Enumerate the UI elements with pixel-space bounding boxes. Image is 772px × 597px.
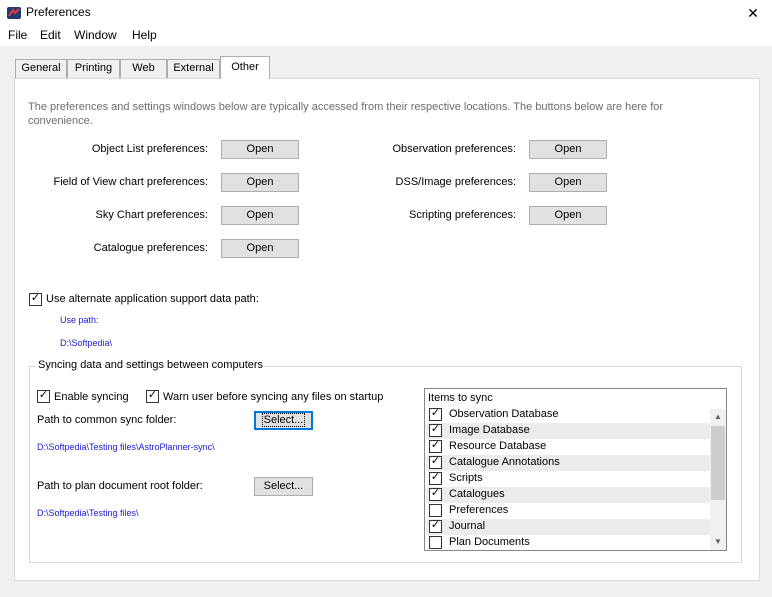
enable-syncing-label: Enable syncing [54, 391, 129, 403]
tab-general[interactable]: General [15, 59, 67, 78]
app-icon [7, 7, 21, 19]
list-item[interactable]: ✓ Catalogue Annotations [426, 455, 712, 471]
common-sync-folder-label: Path to common sync folder: [37, 414, 177, 426]
scroll-down-icon[interactable]: ▼ [710, 534, 726, 550]
close-icon: ✕ [747, 5, 759, 21]
sync-item-checkbox[interactable] [429, 536, 442, 549]
tab-other[interactable]: Other [220, 56, 270, 79]
object-list-prefs-open-button[interactable]: Open [221, 140, 299, 159]
check-icon: ✓ [30, 292, 41, 304]
list-item[interactable]: ✓ Catalogues [426, 487, 712, 503]
sync-item-label: Journal [449, 520, 486, 532]
check-icon: ✓ [430, 487, 441, 499]
sync-item-checkbox[interactable]: ✓ [429, 487, 442, 501]
select-common-sync-folder-button[interactable]: Select... [254, 411, 313, 430]
menu-window[interactable]: Window [74, 28, 117, 42]
menu-bar: File Edit Window Help [0, 26, 772, 46]
list-item[interactable]: ✓ Image Database [426, 423, 712, 439]
sync-item-checkbox[interactable]: ✓ [429, 439, 442, 453]
sync-item-label: Scripts [449, 472, 483, 484]
list-item[interactable]: ✓ Resource Database [426, 439, 712, 455]
check-icon: ✓ [430, 407, 441, 419]
sync-item-label: Plan Documents [449, 536, 530, 548]
scroll-up-icon[interactable]: ▲ [710, 409, 726, 425]
catalogue-prefs-open-button[interactable]: Open [221, 239, 299, 258]
list-scrollbar[interactable]: ▲ ▼ [710, 409, 726, 550]
sync-item-checkbox[interactable]: ✓ [429, 519, 442, 533]
check-icon: ✓ [430, 439, 441, 451]
sky-chart-prefs-open-button[interactable]: Open [221, 206, 299, 225]
sync-item-label: Image Database [449, 424, 530, 436]
tab-external[interactable]: External [167, 59, 220, 78]
sync-item-checkbox[interactable]: ✓ [429, 471, 442, 485]
use-alternate-path-label: Use alternate application support data p… [46, 293, 259, 305]
sky-chart-prefs-label: Sky Chart preferences: [95, 209, 209, 221]
use-alternate-path-checkbox[interactable]: ✓ [29, 292, 42, 306]
sync-item-label: Observation Database [449, 408, 559, 420]
warn-user-label: Warn user before syncing any files on st… [163, 391, 384, 403]
observation-prefs-open-button[interactable]: Open [529, 140, 607, 159]
tab-printing[interactable]: Printing [67, 59, 120, 78]
check-icon: ✓ [38, 389, 49, 401]
check-icon: ✓ [430, 519, 441, 531]
common-sync-folder-path: D:\Softpedia\Testing files\AstroPlanner-… [37, 442, 215, 452]
dss-image-prefs-open-button[interactable]: Open [529, 173, 607, 192]
sync-item-checkbox[interactable]: ✓ [429, 407, 442, 421]
list-item[interactable]: ✓ Scripts [426, 471, 712, 487]
list-item[interactable]: Plan Documents [426, 535, 712, 550]
scrollbar-thumb[interactable] [711, 426, 725, 500]
scripting-prefs-label: Scripting preferences: [409, 209, 516, 221]
sync-item-checkbox[interactable] [429, 504, 442, 517]
sync-item-label: Preferences [449, 504, 509, 516]
menu-help[interactable]: Help [132, 28, 157, 42]
list-item[interactable]: ✓ Journal [426, 519, 712, 535]
sync-item-label: Resource Database [449, 440, 547, 452]
window-title: Preferences [26, 5, 91, 19]
select-plan-root-folder-button[interactable]: Select... [254, 477, 313, 496]
enable-syncing-checkbox[interactable]: ✓ [37, 389, 50, 403]
plan-root-folder-path: D:\Softpedia\Testing files\ [37, 508, 139, 518]
observation-prefs-label: Observation preferences: [392, 143, 516, 155]
description-text: The preferences and settings windows bel… [28, 101, 664, 127]
tab-web[interactable]: Web [120, 59, 167, 78]
check-icon: ✓ [430, 455, 441, 467]
alternate-path-value: D:\Softpedia\ [60, 338, 113, 348]
sync-group-title: Syncing data and settings between comput… [36, 359, 266, 371]
scripting-prefs-open-button[interactable]: Open [529, 206, 607, 225]
dss-image-prefs-label: DSS/Image preferences: [395, 176, 516, 188]
use-path-label: Use path: [60, 315, 99, 325]
close-button[interactable]: ✕ [742, 3, 764, 23]
menu-edit[interactable]: Edit [40, 28, 61, 42]
object-list-prefs-label: Object List preferences: [91, 143, 208, 155]
check-icon: ✓ [430, 423, 441, 435]
fov-chart-prefs-label: Field of View chart preferences: [53, 176, 208, 188]
catalogue-prefs-label: Catalogue preferences: [93, 242, 208, 254]
items-to-sync-header: Items to sync [428, 392, 493, 404]
list-item[interactable]: Preferences [426, 503, 712, 519]
sync-item-checkbox[interactable]: ✓ [429, 455, 442, 469]
check-icon: ✓ [430, 471, 441, 483]
items-to-sync-list[interactable]: Items to sync ✓ Observation Database ✓ I… [424, 388, 727, 551]
fov-chart-prefs-open-button[interactable]: Open [221, 173, 299, 192]
list-item[interactable]: ✓ Observation Database [426, 407, 712, 423]
check-icon: ✓ [147, 389, 158, 401]
sync-item-label: Catalogue Annotations [449, 456, 560, 468]
sync-item-label: Catalogues [449, 488, 505, 500]
menu-file[interactable]: File [8, 28, 27, 42]
plan-root-folder-label: Path to plan document root folder: [37, 480, 203, 492]
warn-user-checkbox[interactable]: ✓ [146, 389, 159, 403]
title-bar: Preferences ✕ [0, 0, 772, 26]
sync-item-checkbox[interactable]: ✓ [429, 423, 442, 437]
